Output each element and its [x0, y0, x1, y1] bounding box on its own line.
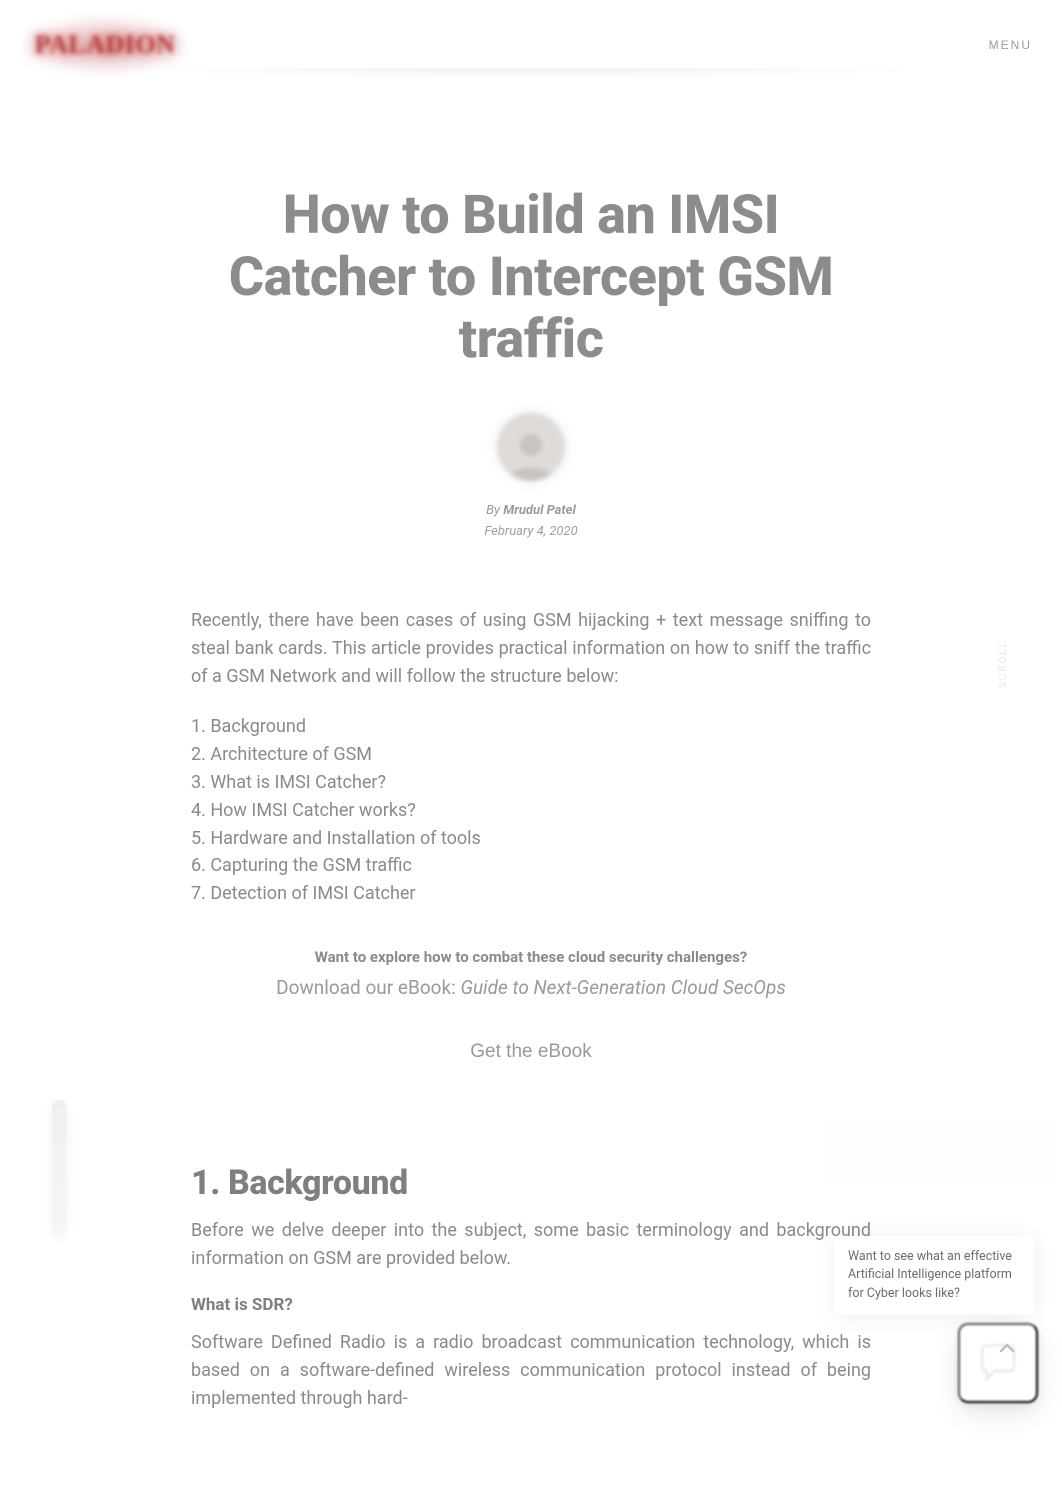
list-item: 7. Detection of IMSI Catcher: [191, 880, 871, 908]
avatar-placeholder-icon: [504, 427, 558, 481]
brand-logo[interactable]: PALADION: [30, 27, 180, 63]
author-avatar: [497, 413, 565, 481]
side-rail-vertical-text: SCROLL: [998, 640, 1009, 688]
list-item: 5. Hardware and Installation of tools: [191, 825, 871, 853]
brand-wordmark: PALADION: [35, 30, 176, 60]
scroll-to-top-button[interactable]: [988, 1329, 1026, 1367]
cta-sub-lead: Download our eBook:: [276, 976, 460, 999]
list-item: 3. What is IMSI Catcher?: [191, 769, 871, 797]
topbar: PALADION MENU: [0, 0, 1062, 90]
cta-ebook-name: Guide to Next-Generation Cloud SecOps: [460, 976, 785, 999]
outline-list: 1. Background 2. Architecture of GSM 3. …: [191, 713, 871, 908]
author-link[interactable]: Mrudul Patel: [503, 503, 576, 518]
post-title: How to Build an IMSI Catcher to Intercep…: [191, 185, 871, 371]
byline: By Mrudul Patel: [486, 503, 576, 518]
subsection-heading: What is SDR?: [191, 1295, 871, 1315]
topbar-shadow: [40, 68, 1022, 90]
intro-paragraph: Recently, there have been cases of using…: [191, 607, 871, 691]
list-item: 2. Architecture of GSM: [191, 741, 871, 769]
menu-button[interactable]: MENU: [989, 38, 1032, 52]
section-paragraph-2: Software Defined Radio is a radio broadc…: [191, 1329, 871, 1413]
list-item: 1. Background: [191, 713, 871, 741]
side-accent-left: [52, 1100, 66, 1235]
list-item: 6. Capturing the GSM traffic: [191, 852, 871, 880]
cta-headline: Want to explore how to combat these clou…: [191, 948, 871, 966]
cta-block: Want to explore how to combat these clou…: [191, 948, 871, 1063]
get-ebook-button[interactable]: Get the eBook: [470, 1041, 591, 1063]
post-date: February 4, 2020: [484, 524, 577, 539]
list-item: 4. How IMSI Catcher works?: [191, 797, 871, 825]
chat-tooltip[interactable]: Want to see what an effective Artificial…: [834, 1236, 1034, 1314]
chevron-up-icon: [999, 1340, 1015, 1356]
recaptcha-badge[interactable]: [830, 1120, 1050, 1184]
section-paragraph: Before we delve deeper into the subject,…: [191, 1217, 871, 1273]
article: How to Build an IMSI Catcher to Intercep…: [171, 185, 891, 1493]
author-block: By Mrudul Patel February 4, 2020: [191, 413, 871, 539]
section-heading: 1. Background: [191, 1163, 871, 1203]
byline-by: By: [486, 503, 500, 518]
cta-subtitle: Download our eBook: Guide to Next-Genera…: [191, 976, 871, 999]
